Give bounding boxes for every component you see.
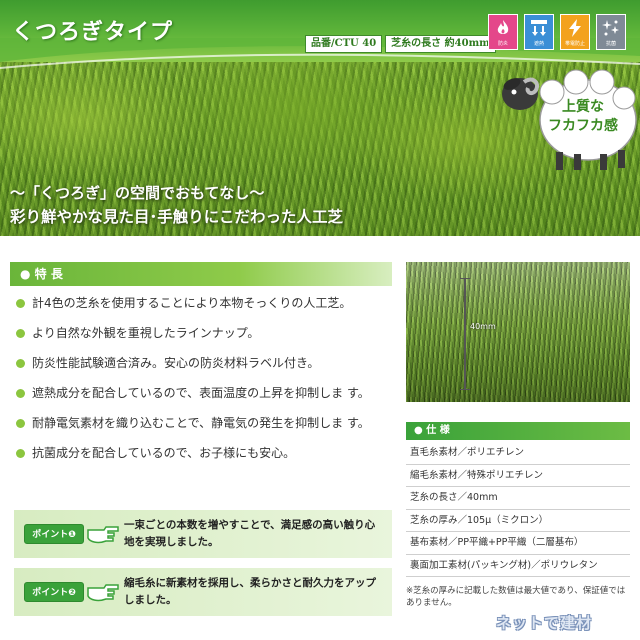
features-list: 計4色の芝糸を使用することにより本物そっくりの人工芝。 より自然な外観を重視した… [10,292,392,472]
sparkle-icon [602,20,619,36]
spec-row: 基布素材／PP平織+PP平織（二層基布） [406,532,630,555]
turf-closeup-photo [406,262,630,402]
lightning-icon [569,19,581,37]
list-item: 防炎性能試験適合済み。安心の防炎材料ラベル付き。 [10,352,392,374]
list-item: 抗菌成分を配合しているので、お子様にも安心。 [10,442,392,464]
spec-row: 芝糸の長さ／40mm [406,487,630,510]
page-title: くつろぎタイプ [12,20,174,45]
point-box-1: ポイント❶ 一束ごとの本数を増やすことで、満足感の高い触り心 地を実現しました。 [14,510,392,558]
badge-label: 防炎 [497,41,508,47]
point-text: 縮毛糸に新素材を採用し、柔らかさと耐久力をアップ しました。 [124,577,376,606]
spec-row: 直毛糸素材／ポリエチレン [406,442,630,465]
sheep-caption-line1: 上質な [562,99,604,115]
pile-length: 芝糸の長さ 約40mm [385,35,496,53]
point-text: 一束ごとの本数を増やすことで、満足感の高い触り心 地を実現しました。 [124,519,376,548]
spec-row: 芝糸の厚み／105μ（ミクロン） [406,510,630,532]
point-badge: ポイント❶ [24,524,84,544]
badge-label: 遮熱 [533,41,544,47]
flame-retardant-badge: 防炎 [488,14,518,50]
badge-label: 帯電防止 [564,41,585,47]
heat-shield-icon [531,20,547,36]
measure-ruler [460,278,470,390]
hero-banner: くつろぎタイプ 品番/CTU 40 芝糸の長さ 約40mm 防炎 遮熱 帯電防止 [0,0,640,236]
spec-list: 直毛糸素材／ポリエチレン 縮毛糸素材／特殊ポリエチレン 芝糸の長さ／40mm 芝… [406,442,630,577]
antistatic-badge: 帯電防止 [560,14,590,50]
heat-shield-badge: 遮熱 [524,14,554,50]
spec-row: 裏面加工素材(パッキング材)／ポリウレタン [406,555,630,577]
list-item: より自然な外観を重視したラインナップ。 [10,322,392,344]
hero-catchcopy: ～「くつろぎ」の空間でおもてなし～ [10,184,265,202]
point-box-2: ポイント❷ 縮毛糸に新素材を採用し、柔らかさと耐久力をアップ しました。 [14,568,392,616]
antibacterial-badge: 抗菌 [596,14,626,50]
spec-header: ● 仕 様 [406,422,630,440]
point-badge: ポイント❷ [24,582,84,602]
badge-label: 抗菌 [605,41,616,47]
feature-badges: 防炎 遮熱 帯電防止 抗菌 [488,14,626,50]
pointing-hand-icon [87,526,119,544]
flame-icon [497,20,509,34]
pointing-hand-icon [87,584,119,602]
hero-subcopy: 彩り鮮やかな見た目･手触りにこだわった人工芝 [10,207,343,226]
watermark: ネットで建材 [496,614,593,632]
product-spec-pills: 品番/CTU 40 芝糸の長さ 約40mm [305,35,496,53]
measure-label: 40mm [470,322,496,331]
features-header: ● 特 長 [10,262,392,286]
list-item: 耐静電気素材を織り込むことで、静電気の発生を抑制しま す。 [10,412,392,434]
sheep-caption-line2: フカフカ感 [548,118,618,134]
sheep-caption: 上質な フカフカ感 [538,98,628,136]
list-item: 遮熱成分を配合しているので、表面温度の上昇を抑制しま す。 [10,382,392,404]
spec-row: 縮毛糸素材／特殊ポリエチレン [406,465,630,487]
spec-note: ※芝糸の厚みに記載した数値は最大値であり、保証値ではありません。 [406,586,626,608]
product-number: 品番/CTU 40 [305,35,383,53]
list-item: 計4色の芝糸を使用することにより本物そっくりの人工芝。 [10,292,392,314]
